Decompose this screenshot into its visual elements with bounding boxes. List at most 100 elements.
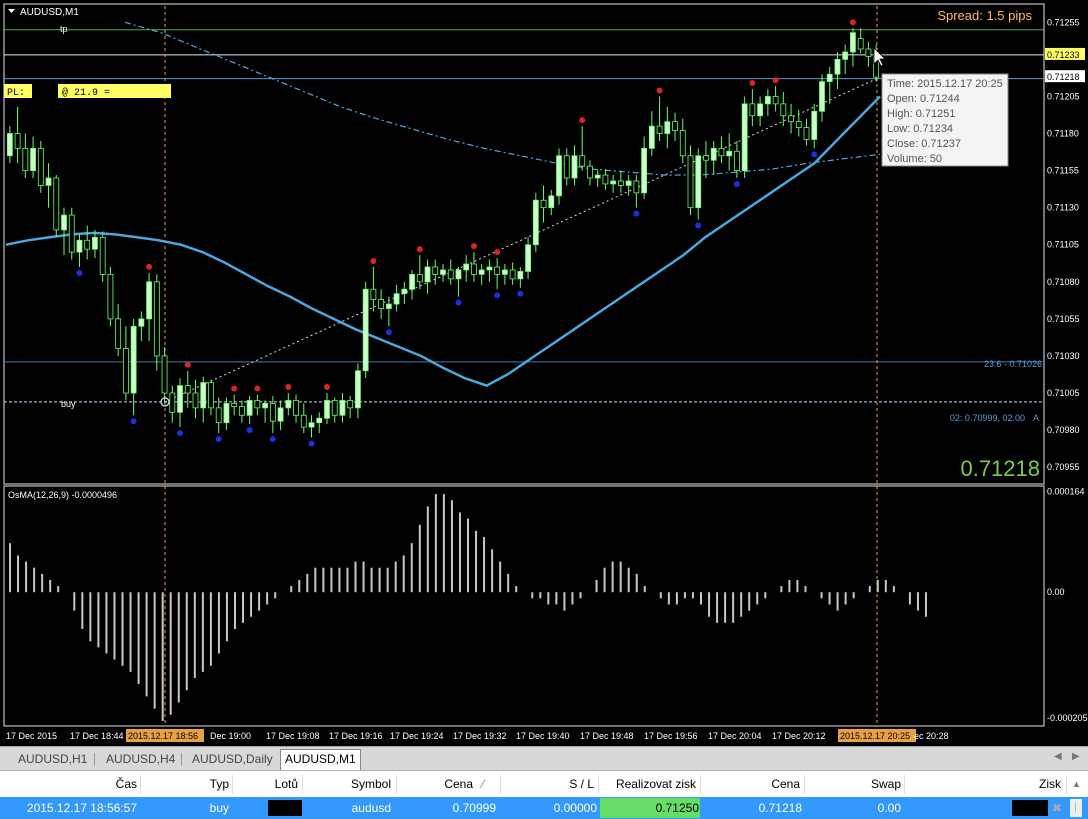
indicator-label: OsMA(12,26,9) -0.0000496 <box>8 490 117 500</box>
candle-body <box>362 288 369 372</box>
candle-body <box>625 180 632 186</box>
candle-body <box>857 38 864 50</box>
col-symbol[interactable]: Symbol <box>351 771 391 798</box>
chart-tabs-bar: AUDUSD,H1 AUDUSD,H4 AUDUSD,Daily AUDUSD,… <box>0 746 1088 771</box>
candle-body <box>401 288 408 295</box>
fractal-down-dot <box>269 436 276 443</box>
candle-body <box>184 385 191 394</box>
tp-label: tp <box>60 24 68 34</box>
row-type: buy <box>209 801 229 815</box>
candle-body <box>672 121 678 131</box>
candle-body <box>416 273 423 283</box>
candle-body <box>471 263 477 275</box>
tooltip-close: Close: 0.71237 <box>887 138 961 150</box>
col-cena-current[interactable]: Cena <box>771 771 800 798</box>
grid-scrollbar[interactable]: │ <box>1070 799 1082 817</box>
row-lots-hidden <box>268 800 302 816</box>
fractal-down-dot <box>385 329 392 336</box>
candle-body <box>339 400 346 416</box>
tab-audusd-daily[interactable]: AUDUSD,Daily <box>188 750 277 768</box>
candle-body <box>517 271 524 280</box>
fractal-down-dot <box>695 222 702 229</box>
tabs-scroll-right-icon[interactable]: ▶ <box>1072 751 1080 762</box>
col-cas[interactable]: Čas <box>116 771 137 798</box>
osma-axis-label: 0.00 <box>1047 587 1065 597</box>
col-lotu[interactable]: Lotů <box>275 771 298 798</box>
pl-label: PL: <box>7 88 25 99</box>
col-zisk[interactable]: Zisk <box>1039 771 1061 798</box>
osma-axis-label: -0.000205 <box>1047 713 1088 723</box>
price-axis-label: 0.71130 <box>1047 203 1079 213</box>
candle-body <box>594 174 601 179</box>
fractal-down-dot <box>177 430 184 437</box>
candle-body <box>749 103 756 117</box>
price-axis-label: 0.71055 <box>1047 314 1080 324</box>
candle-body <box>501 269 508 275</box>
candle-body <box>703 155 709 161</box>
candle-body <box>68 214 75 253</box>
tooltip-low: Low: 0.71234 <box>887 123 953 135</box>
tooltip-time: Time: 2015.12.17 20:25 <box>887 78 1003 90</box>
col-typ[interactable]: Typ <box>210 771 229 798</box>
tab-audusd-h1[interactable]: AUDUSD,H1 <box>14 750 91 768</box>
candle-body <box>347 400 354 409</box>
candle-body <box>107 273 114 320</box>
price-axis-label: 0.71030 <box>1047 351 1080 361</box>
candle-body <box>734 150 740 171</box>
candle-body <box>795 121 802 128</box>
candle-body <box>300 414 307 428</box>
time-axis-label: 2015.12.17 20:25 <box>840 731 910 741</box>
candle-body <box>61 214 67 231</box>
candle-body <box>285 400 292 409</box>
candle-body <box>161 355 168 394</box>
candle-body <box>641 147 647 194</box>
row-tp[interactable]: 0.71250 <box>656 797 699 819</box>
price-axis-label: 0.71218 <box>1047 72 1080 82</box>
tabs-scroll-left-icon[interactable]: ◀ <box>1054 751 1062 762</box>
fractal-up-dot <box>254 385 261 392</box>
chart-canvas[interactable]: 0.71255 0.71233 0.71218 0.71205 0.71180 0.711… <box>0 0 1088 746</box>
candle-body <box>664 121 671 134</box>
candle-body <box>540 199 547 209</box>
candle-body <box>834 58 841 75</box>
fractal-up-dot <box>470 243 477 250</box>
candle-body <box>324 400 330 419</box>
candle-body <box>718 147 725 157</box>
fractal-down-dot <box>76 269 83 276</box>
fractal-up-dot <box>231 385 238 392</box>
row-sl[interactable]: 0.00000 <box>554 797 597 819</box>
tab-audusd-m1[interactable]: AUDUSD,M1 <box>280 749 361 770</box>
fractal-up-dot <box>146 263 153 270</box>
trade-row[interactable]: 2015.12.17 18:56:57 buy audusd 0.70999 0… <box>0 797 1088 819</box>
candle-body <box>115 318 122 349</box>
chart-window[interactable]: 0.71255 0.71233 0.71218 0.71205 0.71180 0.711… <box>0 0 1088 746</box>
fib-level-label: 23.6 - 0.71026 <box>984 359 1042 369</box>
row-profit-hidden <box>1012 800 1048 816</box>
grid-scroll-up-icon[interactable]: ▲ <box>1072 771 1081 798</box>
price-axis-label: 0.71105 <box>1047 240 1079 250</box>
price-axis-label: 0.71005 <box>1047 388 1080 398</box>
candle-body <box>393 293 400 305</box>
tab-audusd-h4[interactable]: AUDUSD,H4 <box>102 750 179 768</box>
candle-body <box>409 273 415 290</box>
candle-body <box>687 155 694 209</box>
time-axis-label: 17 Dec 18:44 <box>70 731 124 741</box>
price-axis-label: 0.71080 <box>1047 277 1080 287</box>
col-cena[interactable]: Cena <box>444 771 473 798</box>
time-axis-label: 17 Dec 19:40 <box>516 731 570 741</box>
candle-body <box>146 281 152 320</box>
candle-body <box>231 403 238 407</box>
candle-body <box>432 266 439 275</box>
fractal-down-dot <box>811 151 818 158</box>
col-swap[interactable]: Swap <box>871 771 901 798</box>
col-realizovat-zisk[interactable]: Realizovat zisk <box>616 771 696 798</box>
fractal-up-dot <box>416 246 423 253</box>
col-sl[interactable]: S / L <box>569 771 594 798</box>
time-axis-label: ec 20:28 <box>914 731 949 741</box>
fractal-down-dot <box>733 181 740 188</box>
candle-body <box>30 147 36 171</box>
fractal-down-dot <box>633 210 640 217</box>
fractal-up-dot <box>494 249 501 256</box>
candle-body <box>316 417 323 424</box>
close-order-icon[interactable]: ✖ <box>1052 797 1062 819</box>
